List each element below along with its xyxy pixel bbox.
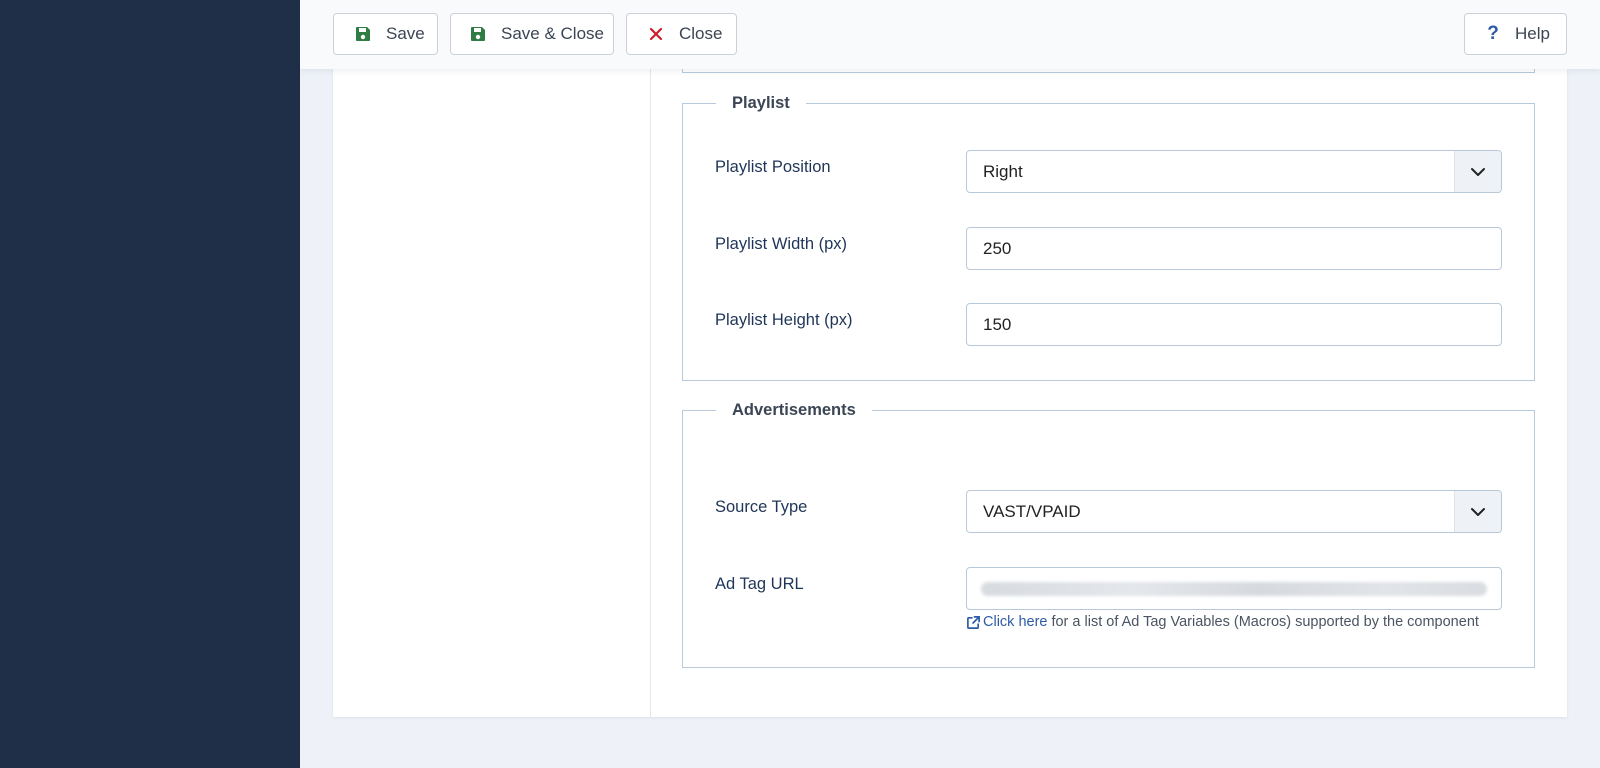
save-and-close-button[interactable]: Save & Close: [450, 13, 614, 55]
save-icon: [469, 25, 487, 43]
playlist-width-label: Playlist Width (px): [715, 235, 848, 253]
close-button[interactable]: Close: [626, 13, 737, 55]
save-and-close-label: Save & Close: [501, 24, 604, 43]
playlist-position-select[interactable]: Right: [966, 150, 1502, 193]
playlist-width-input[interactable]: 250: [966, 227, 1502, 270]
playlist-height-input[interactable]: 150: [966, 303, 1502, 346]
macros-help-link[interactable]: Click here: [983, 614, 1047, 630]
macros-help-text: for a list of Ad Tag Variables (Macros) …: [1051, 614, 1479, 630]
playlist-legend: Playlist: [716, 91, 806, 115]
ad-tag-url-input[interactable]: [966, 567, 1502, 610]
save-label: Save: [386, 24, 425, 43]
playlist-height-value: 150: [983, 314, 1012, 334]
help-button[interactable]: ? Help: [1464, 13, 1567, 55]
playlist-position-label: Playlist Position: [715, 158, 831, 176]
chevron-down-icon[interactable]: [1454, 151, 1501, 192]
help-label: Help: [1515, 24, 1550, 43]
playlist-width-value: 250: [983, 238, 1012, 258]
save-button[interactable]: Save: [333, 13, 438, 55]
external-link-icon: [966, 615, 981, 630]
column-divider: [650, 69, 651, 717]
playlist-height-label: Playlist Height (px): [715, 311, 853, 329]
advertisements-legend: Advertisements: [716, 398, 872, 422]
close-label: Close: [679, 24, 723, 43]
playlist-position-value: Right: [983, 161, 1023, 181]
question-icon: ?: [1487, 23, 1499, 44]
ad-tag-url-label: Ad Tag URL: [715, 575, 804, 593]
source-type-value: VAST/VPAID: [983, 501, 1081, 521]
ad-tag-help: Click here for a list of Ad Tag Variable…: [966, 614, 1479, 630]
close-icon: [647, 25, 665, 43]
sidebar: [0, 0, 300, 768]
source-type-label: Source Type: [715, 498, 808, 516]
chevron-down-icon[interactable]: [1454, 491, 1501, 532]
redacted-url: [981, 582, 1487, 596]
source-type-select[interactable]: VAST/VPAID: [966, 490, 1502, 533]
save-icon: [354, 25, 372, 43]
